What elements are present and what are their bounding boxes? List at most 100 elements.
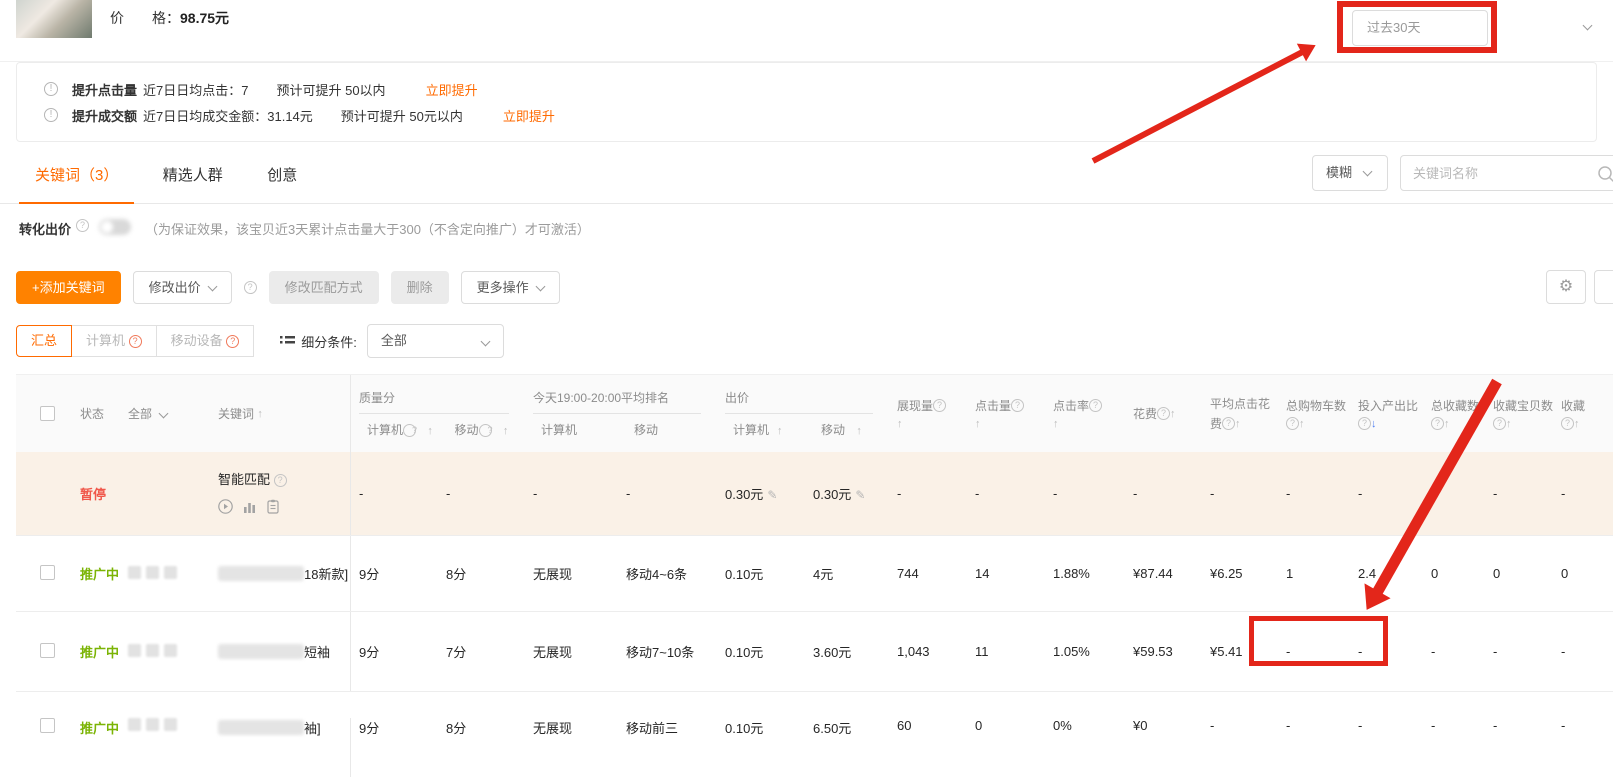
tab-keywords[interactable]: 关键词（3） (19, 142, 134, 203)
chevron-down-icon[interactable] (1583, 21, 1593, 31)
sort-icon: ↑ (897, 418, 903, 430)
row-checkbox[interactable] (40, 718, 55, 733)
subdivide-dropdown[interactable]: 全部 (367, 324, 504, 358)
cell-fav: - (1423, 644, 1485, 659)
cell-keyword[interactable]: 袖] (210, 718, 350, 737)
help-icon[interactable]: ? (1011, 399, 1024, 412)
help-icon[interactable]: ? (1358, 417, 1371, 430)
modify-match-button[interactable]: 修改匹配方式 (269, 271, 379, 304)
help-icon[interactable]: ? (1089, 399, 1102, 412)
cell-ctr: 0% (1045, 718, 1125, 733)
keyword-text: 18新款] (304, 567, 348, 582)
cell-quality-pc: 9分 (350, 612, 438, 691)
header-avg-cost[interactable]: 平均点击花费? ↑ (1202, 375, 1278, 452)
modify-bid-button[interactable]: 修改出价 (133, 271, 232, 304)
add-keyword-button[interactable]: +添加关键词 (16, 271, 121, 304)
settings-button[interactable]: ⚙ (1546, 270, 1586, 304)
header-cost[interactable]: 花费?↑ (1125, 375, 1202, 452)
gear-icon: ⚙ (1559, 278, 1573, 295)
match-mode-value: 模糊 (1326, 165, 1352, 180)
clipboard-icon[interactable] (267, 499, 279, 514)
tab-audience[interactable]: 精选人群 (147, 142, 239, 203)
help-icon[interactable]: ? (76, 219, 89, 232)
suggestion-panel: ! 提升点击量 近7日日均点击：7 预计可提升 50以内 立即提升 ! 提升成交… (16, 62, 1597, 142)
blurred-icons (128, 718, 177, 731)
segment-pc[interactable]: 计算机 ? (71, 325, 157, 357)
search-icon[interactable] (1597, 165, 1613, 183)
keyword-search-input[interactable] (1413, 157, 1583, 189)
sort-icon: ↑ (769, 425, 783, 437)
help-icon[interactable]: ? (244, 281, 257, 294)
help-icon[interactable]: ? (1222, 417, 1235, 430)
cell-keyword[interactable]: 短袖 (210, 642, 350, 661)
boost-now-link[interactable]: 立即提升 (503, 106, 555, 125)
delete-button[interactable]: 删除 (391, 271, 449, 304)
header-keyword[interactable]: 关键词 ↑ (210, 375, 350, 452)
header-quality-mobile[interactable]: 移动? ↑ (439, 421, 526, 438)
table-row: 推广中 袖] 9分 8分 无展现 移动前三 0.10元 6.50元 60 0 0… (16, 691, 1613, 777)
cell-cost: ¥59.53 (1125, 644, 1202, 659)
match-mode-dropdown[interactable]: 模糊 (1312, 155, 1388, 191)
help-icon[interactable]: ? (933, 399, 946, 412)
convert-bid-toggle[interactable] (99, 219, 131, 235)
notice-title: 提升点击量 (72, 80, 137, 99)
help-icon[interactable]: ? (129, 335, 142, 348)
segment-summary[interactable]: 汇总 (16, 325, 72, 357)
header-roi[interactable]: 投入产出比? ↓ (1350, 375, 1423, 452)
header-clicks[interactable]: 点击量?↑ (967, 375, 1045, 452)
blurred-icons (128, 566, 177, 579)
segment-mobile[interactable]: 移动设备 ? (156, 325, 255, 357)
header-cart-total[interactable]: 总购物车数? ↑ (1278, 375, 1350, 452)
cell-keyword[interactable]: 18新款] (210, 564, 350, 583)
cell-avg-cost: - (1202, 718, 1278, 733)
edit-pencil-icon[interactable]: ✎ (767, 488, 777, 502)
select-all-checkbox[interactable] (40, 406, 55, 421)
help-icon[interactable]: ? (479, 424, 492, 437)
cell-fav-items: - (1485, 486, 1553, 501)
help-icon[interactable]: ? (1431, 417, 1444, 430)
convert-bid-label: 转化出价 (19, 219, 71, 238)
tab-creative[interactable]: 创意 (251, 142, 313, 203)
keyword-text: 袖] (304, 721, 321, 736)
annotation-box-date-range (1337, 1, 1497, 53)
notice-row: ! 提升成交额 近7日日均成交金额：31.14元 预计可提升 50元以内 立即提… (44, 102, 1596, 128)
bar-chart-icon[interactable] (243, 500, 257, 514)
boost-now-link[interactable]: 立即提升 (426, 80, 478, 99)
header-bid-pc[interactable]: 计算机↑ (717, 421, 805, 438)
help-icon[interactable]: ? (1561, 417, 1574, 430)
cell-bid-mobile: 3.60元 (805, 642, 889, 661)
chevron-down-icon (207, 281, 217, 291)
header-fav-more[interactable]: 收藏? ↑ (1553, 375, 1613, 452)
header-quality-pc[interactable]: 计算机? ↑ (351, 421, 439, 438)
collapse-button[interactable] (1594, 270, 1613, 304)
header-impressions[interactable]: 展现量?↑ (889, 375, 967, 452)
chevron-down-icon (480, 337, 490, 347)
notice-detail: 近7日日均成交金额：31.14元 (143, 106, 313, 125)
help-icon[interactable]: ? (1493, 417, 1506, 430)
help-icon[interactable]: ? (226, 335, 239, 348)
header-bid-mobile[interactable]: 移动 ↑ (805, 421, 889, 438)
help-icon[interactable]: ? (1286, 417, 1299, 430)
cell-rank-mobile: - (618, 486, 717, 501)
cell-bid-pc: 0.10元 (717, 718, 805, 737)
header-ctr[interactable]: 点击率?↑ (1045, 375, 1125, 452)
row-checkbox[interactable] (40, 565, 55, 580)
table-row-smart-match: 暂停 智能匹配 ? - - - - 0.30元✎ 0.30元✎ - - - - … (16, 452, 1613, 535)
sort-icon: ↑ (1170, 408, 1176, 420)
cell-keyword: 智能匹配 ? (210, 473, 350, 514)
subdivide-value: 全部 (381, 333, 407, 348)
help-icon[interactable]: ? (403, 424, 416, 437)
cell-bid-pc: 0.10元 (717, 564, 805, 583)
cell-rank-mobile: 移动7~10条 (618, 642, 717, 661)
play-icon[interactable] (218, 499, 233, 514)
more-actions-button[interactable]: 更多操作 (461, 271, 560, 304)
help-icon[interactable]: ? (274, 474, 287, 487)
help-icon[interactable]: ? (1157, 407, 1170, 420)
header-status-filter[interactable]: 全部 (120, 375, 210, 452)
edit-pencil-icon[interactable]: ✎ (855, 488, 865, 502)
cell-impressions: 744 (889, 566, 967, 581)
toolbar: +添加关键词 修改出价 ? 修改匹配方式 删除 更多操作 ⚙ (16, 270, 1613, 304)
cell-rank-pc: 无展现 (525, 642, 618, 661)
sort-icon: ↑ (975, 418, 981, 430)
row-checkbox[interactable] (40, 643, 55, 658)
